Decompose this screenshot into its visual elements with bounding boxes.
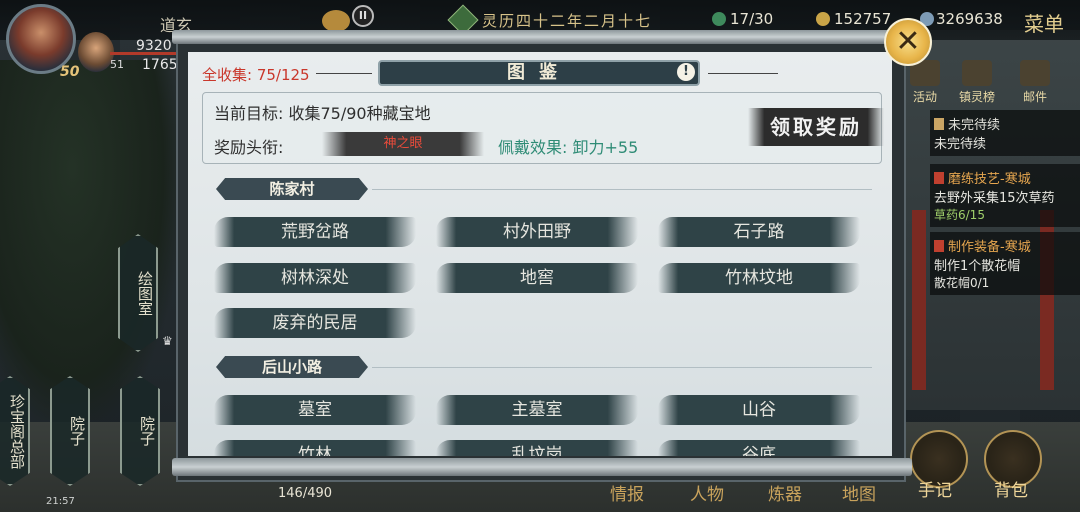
location-item[interactable]: 谷底 — [658, 440, 860, 456]
quest-progress: 散花帽0/1 — [934, 276, 990, 290]
location-item[interactable]: 墓室 — [214, 395, 416, 425]
nav-drawing-room[interactable]: 绘图室 — [118, 234, 158, 352]
location-item[interactable]: 竹林 — [214, 440, 416, 456]
location-item[interactable]: 竹林坟地 — [658, 263, 860, 293]
quest-item[interactable]: 制作装备-寒城 制作1个散花帽 散花帽0/1 — [930, 232, 1080, 295]
nav-courtyard[interactable]: 院子 — [120, 376, 160, 486]
quest-progress: 草药6/15 — [934, 208, 985, 222]
red-pillar — [912, 210, 926, 390]
scroll-rod-top — [172, 30, 912, 44]
location-item[interactable]: 废弃的民居 — [214, 308, 416, 338]
game-date: 灵历四十二年二月十七 — [482, 12, 653, 30]
coin-counter: 152757 — [834, 10, 892, 28]
quest-title: 未完待续 — [948, 118, 1001, 133]
energy-icon — [712, 12, 726, 26]
scroll-rod-bottom — [172, 458, 912, 476]
mail-icon — [1020, 60, 1050, 86]
location-item[interactable]: 山谷 — [658, 395, 860, 425]
player-level: 50 — [60, 64, 80, 80]
quest-item[interactable]: 磨练技艺-寒城 去野外采集15次草药 草药6/15 — [930, 164, 1080, 227]
menu-button[interactable]: 菜单 — [1024, 8, 1064, 37]
tree-scenery — [0, 60, 180, 420]
mail-button[interactable]: 邮件 — [1010, 60, 1060, 105]
quest-title: 磨练技艺-寒城 — [948, 172, 1031, 187]
quest-flag-icon — [934, 240, 944, 252]
player-stat-a: 9320 — [136, 38, 172, 54]
quest-flag-icon — [934, 172, 944, 184]
menu-map[interactable]: 地图 — [842, 480, 876, 505]
player-stat-b: 1765 — [142, 57, 178, 73]
menu-intel[interactable]: 情报 — [610, 480, 644, 505]
location-list: 陈家村 荒野岔路 村外田野 石子路 树林深处 地窖 竹林坟地 废弃的民居 后山小… — [188, 52, 892, 456]
right-icon-row: 活动 镇灵榜 邮件 — [900, 60, 1080, 106]
menu-bag[interactable]: 背包 — [994, 476, 1028, 501]
location-item[interactable]: 荒野岔路 — [214, 217, 416, 247]
menu-forge[interactable]: 炼器 — [768, 480, 802, 505]
clock: 21:57 — [46, 496, 75, 507]
divider — [372, 367, 872, 368]
divider — [372, 189, 872, 190]
energy-counter: 17/30 — [730, 10, 774, 28]
trophy-icon: ♛ — [162, 334, 173, 348]
quest-desc: 去野外采集15次草药 — [934, 191, 1055, 206]
nav-courtyard[interactable]: 院子 — [50, 376, 90, 486]
quest-desc: 未完待续 — [934, 137, 987, 152]
seal-icon[interactable] — [322, 10, 350, 32]
quest-title: 制作装备-寒城 — [948, 240, 1031, 255]
quest-item[interactable]: 未完待续 未完待续 — [930, 110, 1080, 156]
location-item[interactable]: 石子路 — [658, 217, 860, 247]
coin-icon — [816, 12, 830, 26]
quest-desc: 制作1个散花帽 — [934, 259, 1021, 274]
pagoda-icon — [962, 60, 992, 86]
companion-avatar[interactable] — [78, 32, 114, 72]
mail-label: 邮件 — [1022, 90, 1047, 104]
nav-treasure-hq[interactable]: 珍宝阁总部 — [0, 376, 30, 486]
silver-counter: 3269638 — [936, 10, 1003, 28]
location-item[interactable]: 村外田野 — [436, 217, 638, 247]
activity-label: 活动 — [912, 90, 937, 104]
companion-level: 51 — [110, 58, 124, 71]
pause-icon[interactable]: II — [352, 5, 374, 27]
menu-character[interactable]: 人物 — [690, 480, 724, 505]
section-header: 后山小路 — [216, 356, 368, 378]
section-header: 陈家村 — [216, 178, 368, 200]
ranking-label: 镇灵榜 — [958, 90, 995, 104]
menu-journal[interactable]: 手记 — [918, 476, 952, 501]
xp-counter: 146/490 — [278, 486, 333, 501]
ranking-button[interactable]: 镇灵榜 — [952, 60, 1002, 105]
location-item[interactable]: 树林深处 — [214, 263, 416, 293]
activity-button[interactable]: 活动 — [900, 60, 950, 105]
scroll-icon — [934, 118, 944, 130]
location-item[interactable]: 乱坟岗 — [436, 440, 638, 456]
location-item[interactable]: 地窖 — [436, 263, 638, 293]
location-item[interactable]: 主墓室 — [436, 395, 638, 425]
